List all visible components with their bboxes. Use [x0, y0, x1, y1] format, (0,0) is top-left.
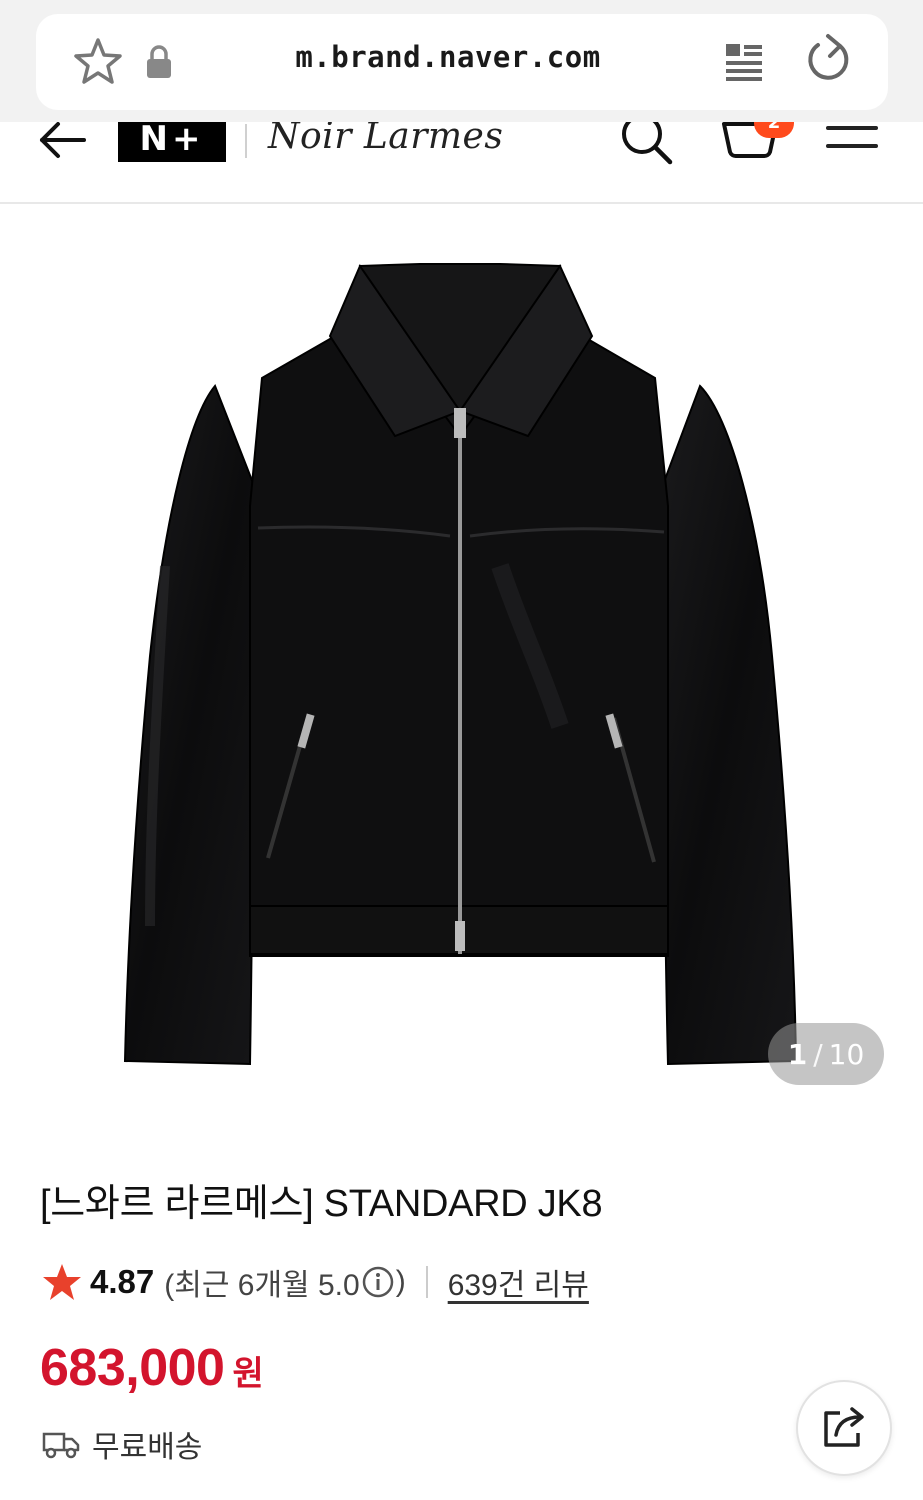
rating-star-icon [43, 1264, 81, 1300]
nplus-logo[interactable]: N+ [118, 122, 226, 162]
header-divider [245, 124, 247, 158]
shipping-info: 무료배송 [42, 1422, 202, 1466]
bookmark-star-icon[interactable] [70, 34, 126, 90]
rating-score: 4.87 [90, 1263, 155, 1300]
share-icon [824, 1407, 864, 1447]
lock-icon [144, 44, 174, 80]
rating-divider [425, 1266, 428, 1298]
recent-rating-close: ) [395, 1265, 406, 1298]
product-image[interactable] [0, 206, 923, 1106]
image-total-count: 10 [828, 1037, 865, 1071]
reader-mode-icon[interactable] [722, 38, 768, 86]
browser-toolbar: m.brand.naver.com [0, 0, 923, 122]
url-text[interactable]: m.brand.naver.com [190, 40, 706, 74]
site-header: N+ Noir Larmes 2 [0, 122, 923, 204]
truck-icon [42, 1432, 80, 1459]
shipping-text: 무료배송 [92, 1431, 203, 1464]
image-counter-separator: / [813, 1037, 823, 1071]
share-button[interactable] [796, 1380, 892, 1476]
recent-rating: (최근 6개월 5.0 ) [164, 1260, 405, 1304]
menu-icon[interactable] [826, 126, 878, 160]
recent-rating-text: (최근 6개월 5.0 [164, 1269, 360, 1302]
price-row: 683,000 원 [40, 1338, 264, 1398]
product-title: [느와르 라르메스] STANDARD JK8 [40, 1183, 603, 1225]
reload-icon[interactable] [800, 32, 856, 90]
rating-row: 4.87 (최근 6개월 5.0 ) 639건 리뷰 [42, 1258, 589, 1306]
price-value: 683,000 [40, 1339, 225, 1397]
image-page-counter: 1 / 10 [768, 1023, 884, 1085]
brand-logo[interactable]: Noir Larmes [268, 122, 503, 157]
image-current-index: 1 [787, 1037, 808, 1071]
info-icon[interactable] [362, 1266, 394, 1298]
search-icon[interactable] [618, 122, 676, 166]
cart-count-badge: 2 [754, 122, 794, 138]
price-currency: 원 [232, 1355, 264, 1393]
review-count-link[interactable]: 639건 리뷰 [448, 1260, 589, 1304]
back-arrow-icon[interactable] [36, 122, 90, 162]
